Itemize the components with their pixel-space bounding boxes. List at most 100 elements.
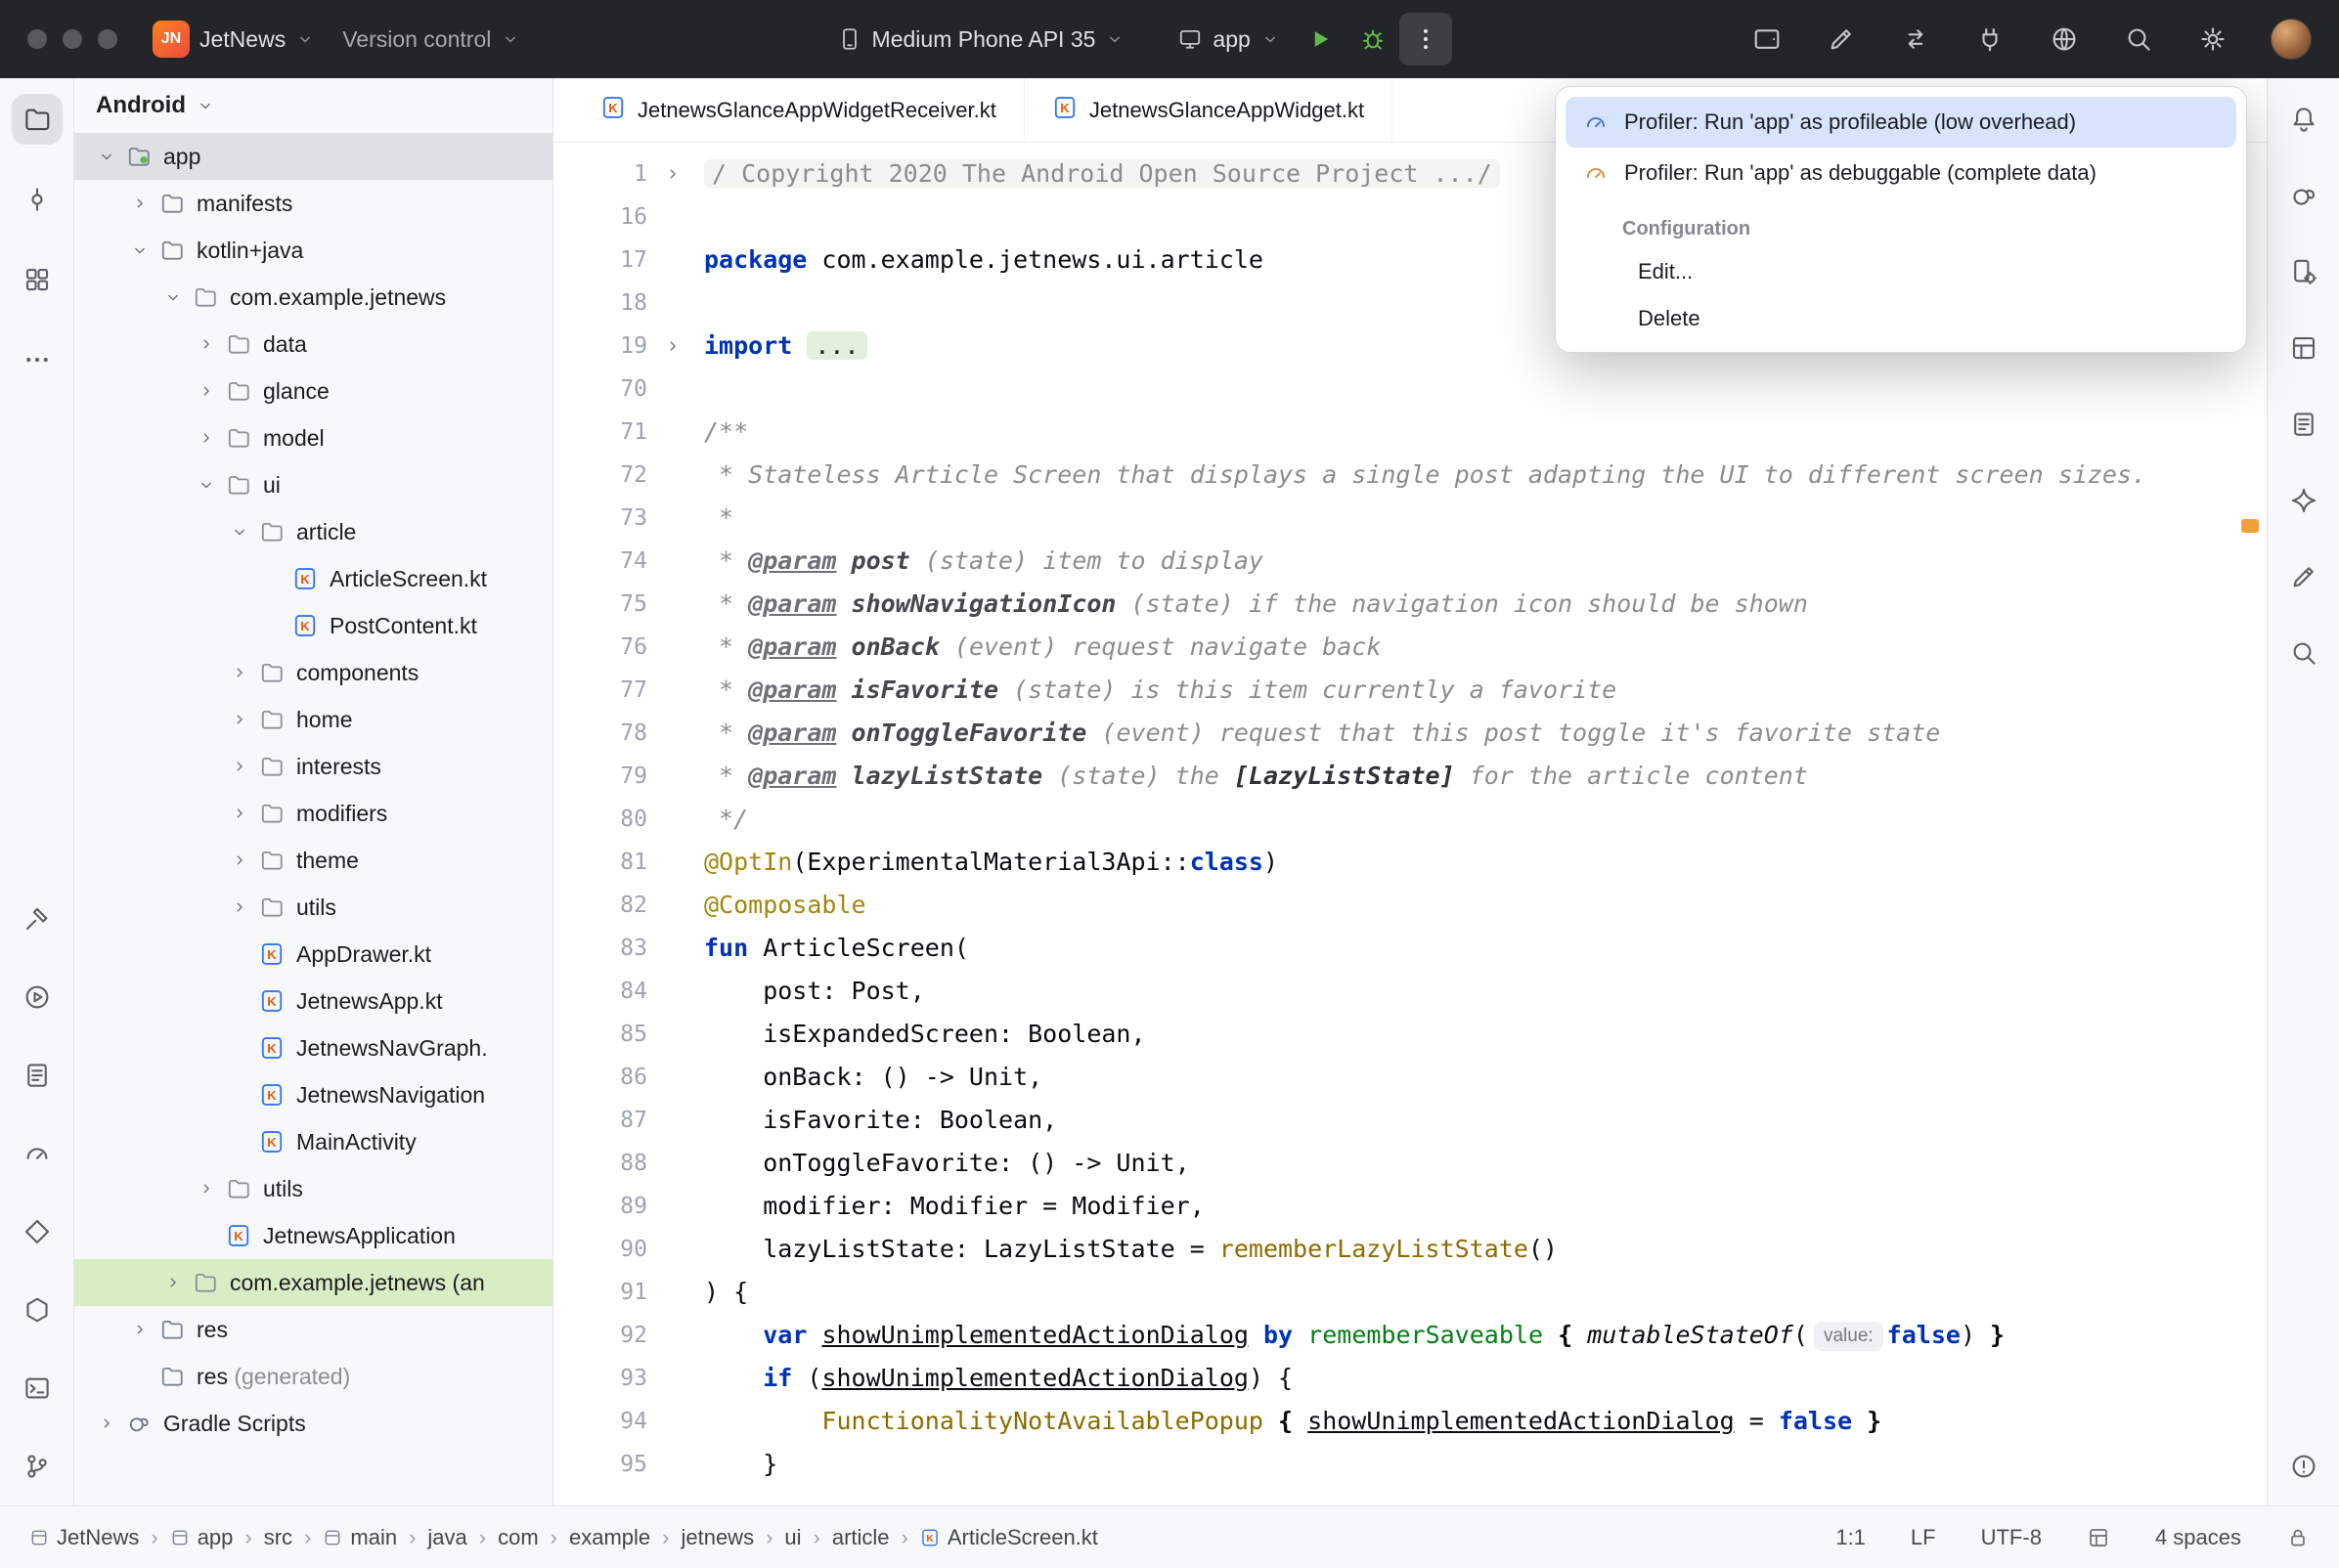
tool-ai-edit-button[interactable] [2278,551,2329,602]
chevron-down-icon[interactable] [190,475,223,495]
device-selector[interactable]: Medium Phone API 35 [823,13,1139,65]
code-line-80[interactable]: 80 */ [553,798,2267,841]
chevron-right-icon[interactable] [223,804,256,823]
chevron-down-icon[interactable] [90,147,123,166]
chevron-right-icon[interactable] [190,334,223,354]
code-line-84[interactable]: 84 post: Post, [553,970,2267,1013]
tree-item-utils[interactable]: utils [74,1165,552,1212]
plugins-button[interactable] [1964,13,2016,65]
tree-item-appdrawer-kt[interactable]: KAppDrawer.kt [74,931,552,978]
chevron-right-icon[interactable] [190,1179,223,1198]
popup-item-profiler-debuggable[interactable]: Profiler: Run 'app' as debuggable (compl… [1566,148,2236,198]
breadcrumb-item-java[interactable]: java [427,1525,466,1550]
tree-item-com-example-jetnews-an[interactable]: com.example.jetnews (an [74,1259,552,1306]
breadcrumb-item-app[interactable]: app [170,1525,234,1550]
code-line-71[interactable]: 71/** [553,411,2267,454]
search-everywhere-button[interactable] [2112,13,2165,65]
tool-gradle-button[interactable] [2278,170,2329,221]
tool-profiler-button[interactable] [12,1128,63,1179]
code-line-70[interactable]: 70 [553,368,2267,411]
tree-item-theme[interactable]: theme [74,837,552,884]
lock-icon[interactable] [2286,1526,2310,1549]
chevron-down-icon[interactable] [223,522,256,542]
user-avatar[interactable] [2271,19,2312,60]
code-line-93[interactable]: 93 if (showUnimplementedActionDialog) { [553,1357,2267,1400]
tree-item-postcontent-kt[interactable]: KPostContent.kt [74,602,552,649]
tree-item-components[interactable]: components [74,649,552,696]
tool-build-button[interactable] [12,893,63,944]
device-streaming-button[interactable] [1741,13,1793,65]
code-line-76[interactable]: 76 * @param onBack (event) request navig… [553,626,2267,669]
tree-item-glance[interactable]: glance [74,368,552,414]
switch-task-button[interactable] [1889,13,1942,65]
tree-item-ui[interactable]: ui [74,461,552,508]
tool-project-button[interactable] [12,94,63,145]
tree-item-articlescreen-kt[interactable]: KArticleScreen.kt [74,555,552,602]
tool-running-devices-button[interactable] [12,972,63,1023]
popup-item-edit[interactable]: Edit... [1566,248,2236,295]
code-line-77[interactable]: 77 * @param isFavorite (state) is this i… [553,669,2267,712]
popup-item-profiler-low-overhead[interactable]: Profiler: Run 'app' as profileable (low … [1566,97,2236,148]
window-close-button[interactable] [27,29,47,49]
tool-logcat-button[interactable] [12,1050,63,1101]
chevron-right-icon[interactable] [223,663,256,682]
tree-item-article[interactable]: article [74,508,552,555]
tree-item-jetnewsnavigation[interactable]: KJetnewsNavigation [74,1071,552,1118]
tool-commit-button[interactable] [12,174,63,225]
problems-button[interactable] [2278,1441,2329,1492]
chevron-right-icon[interactable] [156,1273,190,1292]
tool-app-quality-insights-button[interactable] [12,1206,63,1257]
tool-gemini-button[interactable] [2278,475,2329,526]
tree-item-jetnewsapplication[interactable]: KJetnewsApplication [74,1212,552,1259]
breadcrumb-item-main[interactable]: main [323,1525,397,1550]
tree-item-kotlin-java[interactable]: kotlin+java [74,227,552,274]
code-line-74[interactable]: 74 * @param post (state) item to display [553,540,2267,583]
code-line-82[interactable]: 82@Composable [553,884,2267,927]
code-line-78[interactable]: 78 * @param onToggleFavorite (event) req… [553,712,2267,755]
code-line-95[interactable]: 95 } [553,1443,2267,1486]
tab-jetnewsglanceappwidgetreceiver[interactable]: K JetnewsGlanceAppWidgetReceiver.kt [573,78,1025,142]
cursor-position[interactable]: 1:1 [1835,1525,1866,1550]
tree-item-model[interactable]: model [74,414,552,461]
tree-item-res[interactable]: res [74,1306,552,1353]
code-line-87[interactable]: 87 isFavorite: Boolean, [553,1099,2267,1142]
fold-arrow-icon[interactable] [647,325,698,368]
notifications-button[interactable] [2278,94,2329,145]
tool-terminal-button[interactable] [12,1363,63,1414]
tree-item-data[interactable]: data [74,321,552,368]
tree-item-com-example-jetnews[interactable]: com.example.jetnews [74,274,552,321]
chevron-down-icon[interactable] [123,240,156,260]
tree-item-jetnewsapp-kt[interactable]: KJetnewsApp.kt [74,978,552,1024]
code-line-89[interactable]: 89 modifier: Modifier = Modifier, [553,1185,2267,1228]
breadcrumb-item-article[interactable]: article [832,1525,890,1550]
breadcrumb-item-src[interactable]: src [264,1525,292,1550]
tool-app-inspection-button[interactable] [12,1285,63,1335]
tool-version-control-button[interactable] [12,1441,63,1492]
window-minimize-button[interactable] [63,29,82,49]
chevron-right-icon[interactable] [223,850,256,870]
tree-item-manifests[interactable]: manifests [74,180,552,227]
code-line-73[interactable]: 73 * [553,497,2267,540]
status-monitor-icon[interactable] [2087,1526,2110,1549]
tree-item-gradle-scripts[interactable]: Gradle Scripts [74,1400,552,1447]
tree-item-mainactivity[interactable]: KMainActivity [74,1118,552,1165]
line-separator[interactable]: LF [1911,1525,1936,1550]
chevron-right-icon[interactable] [190,428,223,448]
project-selector[interactable]: JN JetNews [139,13,329,65]
breadcrumb-item-example[interactable]: example [569,1525,650,1550]
code-line-75[interactable]: 75 * @param showNavigationIcon (state) i… [553,583,2267,626]
code-line-79[interactable]: 79 * @param lazyListState (state) the [L… [553,755,2267,798]
chevron-right-icon[interactable] [90,1414,123,1433]
chevron-right-icon[interactable] [123,194,156,213]
file-encoding[interactable]: UTF-8 [1981,1525,2042,1550]
code-line-83[interactable]: 83fun ArticleScreen( [553,927,2267,970]
run-button[interactable] [1294,13,1346,65]
code-line-85[interactable]: 85 isExpandedScreen: Boolean, [553,1013,2267,1056]
breadcrumb-item-ui[interactable]: ui [784,1525,801,1550]
tool-find-button[interactable] [2278,628,2329,678]
tool-structure-button[interactable] [12,254,63,305]
code-line-81[interactable]: 81@OptIn(ExperimentalMaterial3Api::class… [553,841,2267,884]
scrollbar-warning-mark[interactable] [2241,519,2259,533]
indent-setting[interactable]: 4 spaces [2155,1525,2241,1550]
tree-item-interests[interactable]: interests [74,743,552,790]
